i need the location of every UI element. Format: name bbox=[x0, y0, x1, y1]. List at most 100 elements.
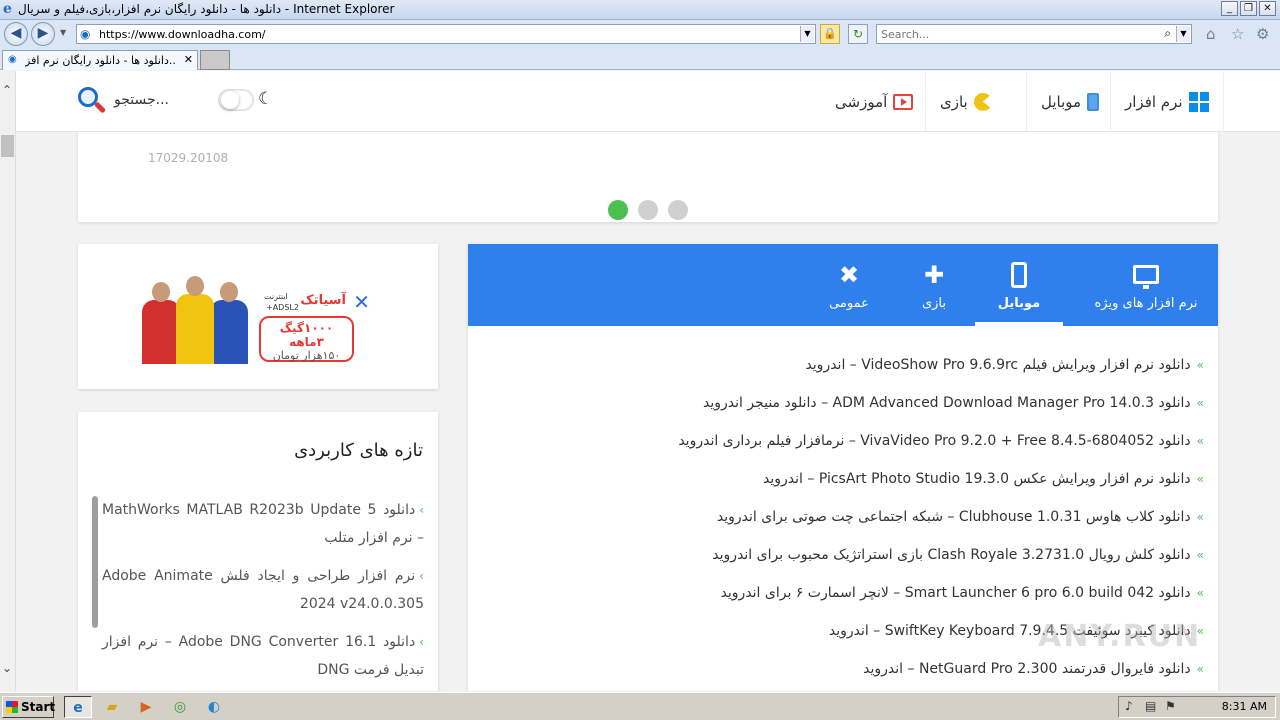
network-icon[interactable]: ▤ bbox=[1145, 699, 1156, 713]
gamepad-icon: ✚ bbox=[923, 261, 945, 289]
scroll-up-icon[interactable]: ⌃ bbox=[2, 83, 12, 97]
home-icon[interactable]: ⌂ bbox=[1206, 25, 1216, 43]
refresh-button[interactable]: ↻ bbox=[848, 24, 868, 44]
latest-apps-widget: تازه های کاربردی ›دانلود MathWorks MATLA… bbox=[78, 412, 438, 691]
browser-tab[interactable]: ◉ دانلود ها - دانلود رایگان نرم افز... ✕ bbox=[2, 50, 198, 70]
arrow-icon: › bbox=[419, 569, 424, 583]
list-item[interactable]: » دانلود نرم افزار ویرایش فیلم VideoShow … bbox=[484, 346, 1204, 384]
tab-close-icon[interactable]: ✕ bbox=[184, 53, 193, 66]
search-dropdown-icon[interactable]: ▼ bbox=[1176, 26, 1190, 42]
search-input[interactable] bbox=[881, 27, 1151, 41]
nav-software-label: نرم افزار bbox=[1125, 92, 1183, 111]
latest-item-text[interactable]: نرم افزار طراحی و ایجاد فلش Adobe Animat… bbox=[102, 568, 424, 612]
scrollbar-thumb[interactable] bbox=[1, 135, 14, 157]
tab-label: نرم افزار های ویژه bbox=[1094, 296, 1198, 311]
back-button[interactable]: ◀ bbox=[4, 22, 28, 46]
new-tab-button[interactable] bbox=[200, 50, 230, 70]
list-item[interactable]: » دانلود ADM Advanced Download Manager Pr… bbox=[484, 384, 1204, 422]
post-link[interactable]: دانلود VivaVideo Pro 9.2.0 + Free 8.4.5-… bbox=[678, 433, 1190, 449]
ad-logo-icon: ✕ bbox=[353, 290, 370, 314]
pacman-icon bbox=[973, 92, 992, 111]
slider-dot-3[interactable] bbox=[668, 200, 688, 220]
tools-gear-icon[interactable]: ⚙ bbox=[1256, 25, 1269, 43]
latest-item-text[interactable]: دانلود Adobe DNG Converter 16.1 – نرم اف… bbox=[102, 634, 424, 678]
advertisement-banner[interactable]: ✕ آسیاتک اینترنت ADSL2+ ۱۰۰۰گیگ ۳ماهه ۱۵… bbox=[78, 244, 438, 389]
list-item[interactable]: ›دانلود Adobe DNG Converter 16.1 – نرم ا… bbox=[102, 628, 424, 684]
list-item[interactable]: » دانلود فایروال قدرتمند NetGuard Pro 2.3… bbox=[484, 650, 1204, 688]
address-dropdown-icon[interactable]: ▼ bbox=[800, 26, 814, 42]
nav-mobile[interactable]: موبایل bbox=[1026, 71, 1113, 132]
magnifier-icon bbox=[76, 85, 107, 115]
close-window-button[interactable]: ✕ bbox=[1259, 1, 1276, 16]
list-item[interactable]: » دانلود کلش رویال Clash Royale 3.2731.0 … bbox=[484, 536, 1204, 574]
moon-icon[interactable]: ☾ bbox=[258, 89, 273, 109]
taskbar-chrome-icon[interactable]: ◎ bbox=[166, 696, 194, 718]
flag-notify-icon[interactable]: ⚑ bbox=[1165, 699, 1176, 713]
tab-mobile[interactable]: موبایل bbox=[975, 244, 1063, 326]
dark-mode-toggle[interactable] bbox=[218, 89, 254, 111]
forward-button[interactable]: ▶ bbox=[31, 22, 55, 46]
list-item[interactable]: » دانلود Smart Launcher 6 pro 6.0 build 0… bbox=[484, 574, 1204, 612]
system-tray: ♪ ▤ ⚑ 8:31 AM bbox=[1118, 696, 1276, 718]
arrow-icon: » bbox=[1196, 434, 1204, 448]
nav-games-label: بازی bbox=[940, 92, 968, 111]
list-item[interactable]: » دانلود VivaVideo Pro 9.2.0 + Free 8.4.5… bbox=[484, 422, 1204, 460]
ad-brand: ✕ آسیاتک اینترنت ADSL2+ bbox=[260, 290, 370, 314]
latest-apps-list: › دانلود MathWorks MATLAB R2023b Update 5… bbox=[102, 496, 424, 691]
list-item[interactable]: » دانلود نرم افزار ویرایش عکس PicsArt Pho… bbox=[484, 460, 1204, 498]
taskbar-ie-icon[interactable]: e bbox=[64, 696, 92, 718]
arrow-icon: » bbox=[1196, 586, 1204, 600]
post-link[interactable]: دانلود Smart Launcher 6 pro 6.0 build 04… bbox=[721, 585, 1191, 601]
nav-software[interactable]: نرم افزار bbox=[1110, 71, 1224, 132]
nav-tutorials-label: آموزشی bbox=[835, 92, 888, 111]
history-dropdown-icon[interactable]: ▼ bbox=[60, 28, 66, 37]
arrow-icon: » bbox=[1196, 548, 1204, 562]
nav-games[interactable]: بازی bbox=[925, 71, 1006, 132]
internet-explorer-icon: e bbox=[3, 1, 12, 17]
lock-icon[interactable]: 🔒 bbox=[820, 24, 840, 44]
post-link[interactable]: دانلود فایروال قدرتمند NetGuard Pro 2.30… bbox=[863, 661, 1191, 677]
url-text[interactable]: https://www.downloadha.com/ bbox=[99, 28, 266, 41]
favorites-star-icon[interactable]: ☆ bbox=[1231, 25, 1244, 43]
address-field[interactable]: ◉ https://www.downloadha.com/ ▼ bbox=[76, 24, 816, 44]
site-favicon-icon: ◉ bbox=[80, 27, 91, 41]
tab-featured-software[interactable]: نرم افزار های ویژه bbox=[1080, 244, 1212, 326]
ad-brand-name: آسیاتک bbox=[300, 293, 346, 308]
tab-general[interactable]: ✖ عمومی bbox=[808, 244, 890, 326]
post-link[interactable]: دانلود کلش رویال Clash Royale 3.2731.0 ب… bbox=[712, 547, 1190, 563]
post-link[interactable]: دانلود ADM Advanced Download Manager Pro… bbox=[703, 395, 1191, 411]
search-icon[interactable]: ⌕ bbox=[1164, 26, 1171, 41]
widget-scrollbar[interactable] bbox=[92, 496, 98, 628]
vertical-scrollbar[interactable]: ⌃ ⌄ bbox=[0, 71, 16, 691]
phone-icon bbox=[1011, 262, 1027, 288]
tab-label: عمومی bbox=[829, 296, 869, 311]
list-item[interactable]: ›دانلود MathWorks MATLAB R2023b Update 5… bbox=[102, 496, 424, 552]
volume-icon[interactable]: ♪ bbox=[1125, 699, 1133, 713]
taskbar-edge-icon[interactable]: ◐ bbox=[200, 696, 228, 718]
restore-button[interactable]: ❐ bbox=[1240, 1, 1257, 16]
start-button[interactable]: Start bbox=[2, 696, 55, 718]
tab-games[interactable]: ✚ بازی bbox=[898, 244, 970, 326]
slider-dot-2[interactable] bbox=[638, 200, 658, 220]
clock[interactable]: 8:31 AM bbox=[1222, 700, 1267, 713]
post-link[interactable]: دانلود کلاب هاوس Clubhouse 1.0.31 – شبکه… bbox=[717, 509, 1191, 525]
post-link[interactable]: دانلود نرم افزار ویرایش عکس PicsArt Phot… bbox=[763, 471, 1191, 487]
tab-title[interactable]: دانلود ها - دانلود رایگان نرم افز... bbox=[25, 54, 175, 67]
taskbar-media-player-icon[interactable]: ▶ bbox=[132, 696, 160, 718]
ad-tag: اینترنت bbox=[264, 292, 288, 301]
slider-dot-1[interactable] bbox=[608, 200, 628, 220]
scroll-down-icon[interactable]: ⌄ bbox=[2, 661, 12, 675]
nav-tutorials[interactable]: آموزشی bbox=[821, 71, 927, 132]
list-item[interactable]: » دانلود کلاب هاوس Clubhouse 1.0.31 – شبک… bbox=[484, 498, 1204, 536]
ad-price-line2: ۱۵۰هزار تومان bbox=[272, 349, 341, 362]
search-field[interactable]: ⌕ ▼ bbox=[876, 24, 1192, 44]
post-link[interactable]: دانلود نرم افزار ویرایش فیلم VideoShow P… bbox=[805, 357, 1190, 373]
arrow-icon: » bbox=[1196, 510, 1204, 524]
minimize-button[interactable]: _ bbox=[1221, 1, 1238, 16]
latest-item-text[interactable]: دانلود MathWorks MATLAB R2023b Update 5 … bbox=[102, 502, 424, 546]
nav-mobile-label: موبایل bbox=[1041, 92, 1082, 111]
site-search-button[interactable]: جستجو... bbox=[76, 85, 169, 115]
address-toolbar: ◀ ▶ ▼ ◉ https://www.downloadha.com/ ▼ 🔒 … bbox=[0, 20, 1280, 48]
taskbar-folder-icon[interactable]: ▰ bbox=[98, 696, 126, 718]
list-item[interactable]: ›نرم افزار طراحی و ایجاد فلش Adobe Anima… bbox=[102, 562, 424, 618]
